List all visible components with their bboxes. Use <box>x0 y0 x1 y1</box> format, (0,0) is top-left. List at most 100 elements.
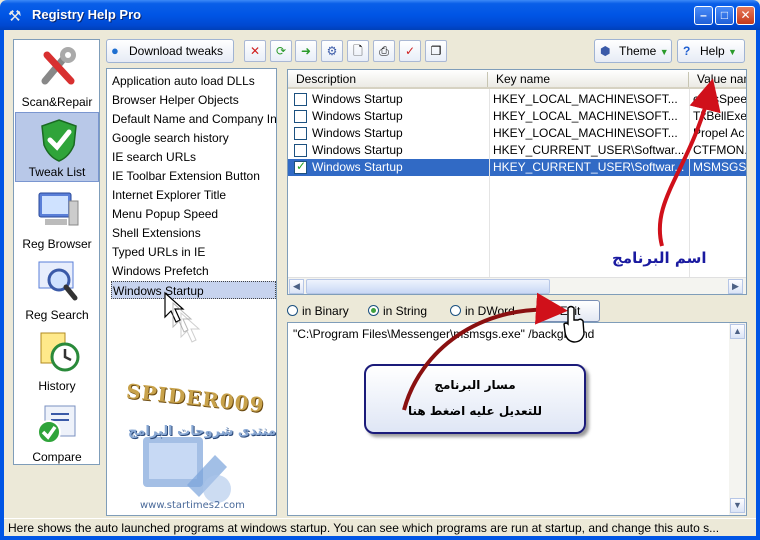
list-item[interactable]: Typed URLs in IE <box>111 243 276 261</box>
radio-dot[interactable] <box>450 305 461 316</box>
list-item[interactable]: Shell Extensions <box>111 224 276 242</box>
list-item[interactable]: Default Name and Company In <box>111 110 276 128</box>
radio-dot[interactable] <box>287 305 298 316</box>
table-row[interactable]: Windows Startup HKEY_LOCAL_MACHINE\SOFT.… <box>288 108 747 125</box>
nav-reg-browser[interactable]: Reg Browser <box>15 183 99 253</box>
cell-description: Windows Startup <box>312 143 403 157</box>
export-icon[interactable]: ➜ <box>295 40 317 62</box>
nav-label: Compare <box>32 450 82 464</box>
logo-forum: منتدى شروحات البرامج <box>128 424 277 439</box>
help-label: Help <box>700 44 725 58</box>
minimize-button[interactable]: – <box>694 6 713 25</box>
list-item[interactable]: Google search history <box>111 129 276 147</box>
download-tweaks-label: Download tweaks <box>129 44 224 58</box>
cell-description: Windows Startup <box>312 92 403 106</box>
list-item[interactable]: Menu Popup Speed <box>111 205 276 223</box>
document-icon[interactable]: 🗋 <box>347 40 369 62</box>
cell-key: HKEY_CURRENT_USER\Softwar... <box>493 143 685 157</box>
copy-icon[interactable]: ❐ <box>425 40 447 62</box>
status-bar: Here shows the auto launched programs at… <box>4 518 756 536</box>
theme-icon: ⬢ <box>600 44 611 58</box>
window-title: Registry Help Pro <box>32 7 142 22</box>
column-header[interactable]: Description <box>296 72 356 86</box>
dropdown-arrow-icon: ▼ <box>659 47 669 57</box>
nav-label: History <box>38 379 76 393</box>
cell-key: HKEY_LOCAL_MACHINE\SOFT... <box>493 126 678 140</box>
nav-reg-search[interactable]: Reg Search <box>15 254 99 324</box>
row-checkbox[interactable] <box>294 127 307 140</box>
close-button[interactable]: ✕ <box>736 6 755 25</box>
theme-label: Theme <box>619 44 657 58</box>
help-button[interactable]: ? Help ▼ <box>677 39 745 63</box>
check-circle-icon <box>37 405 76 444</box>
settings-icon[interactable]: ⚙ <box>321 40 343 62</box>
cell-description: Windows Startup <box>312 126 403 140</box>
left-nav: Scan&Repair Tweak List Reg Browser Reg S… <box>13 39 100 465</box>
magnifier-icon <box>38 261 78 301</box>
scroll-down-icon[interactable]: ▼ <box>730 498 745 513</box>
nav-label: Scan&Repair <box>21 95 93 109</box>
wrench-app-icon: ⚒ <box>8 8 22 25</box>
cell-value: TkBellExe <box>693 109 747 123</box>
radio-dot-selected[interactable] <box>368 305 379 316</box>
scroll-left-icon[interactable]: ◀ <box>289 279 304 294</box>
table-row[interactable]: Windows Startup HKEY_CURRENT_USER\Softwa… <box>288 142 747 159</box>
nav-scan-repair[interactable]: Scan&Repair <box>15 41 99 111</box>
table-row[interactable]: Windows Startup HKEY_LOCAL_MACHINE\SOFT.… <box>288 125 746 142</box>
nav-history[interactable]: History <box>15 325 99 395</box>
scroll-thumb[interactable] <box>306 279 550 294</box>
theme-button[interactable]: ⬢ Theme ▼ <box>594 39 672 63</box>
list-item[interactable]: IE Toolbar Extension Button <box>111 167 276 185</box>
table-header: Description Key name Value nam <box>288 70 746 89</box>
row-checkbox[interactable] <box>294 93 307 106</box>
column-header[interactable]: Value nam <box>697 72 746 86</box>
horizontal-scrollbar[interactable]: ◀ ▶ <box>288 277 746 294</box>
download-tweaks-button[interactable]: ● Download tweaks <box>106 39 234 63</box>
list-item[interactable]: IE search URLs <box>111 148 276 166</box>
help-icon: ? <box>683 44 691 58</box>
row-checkbox[interactable] <box>294 144 307 157</box>
column-divider[interactable] <box>688 72 689 87</box>
column-header[interactable]: Key name <box>496 72 550 86</box>
scroll-up-icon[interactable]: ▲ <box>730 324 745 339</box>
table-row-selected[interactable]: Windows Startup HKEY_CURRENT_USER\Softwa… <box>288 159 746 176</box>
annotation-callout: مسار البرنامج للتعديل عليه اضغط هنا <box>364 364 586 434</box>
dropdown-arrow-icon: ▼ <box>728 47 737 57</box>
maximize-button[interactable]: □ <box>715 6 734 25</box>
logo-site: www.startimes2.com <box>140 500 245 511</box>
shield-check-icon <box>41 119 77 162</box>
nav-label: Reg Browser <box>22 237 92 251</box>
nav-tweak-list[interactable]: Tweak List <box>15 112 99 182</box>
cell-key: HKEY_LOCAL_MACHINE\SOFT... <box>493 92 678 106</box>
radio-dword[interactable]: in DWord <box>450 304 515 318</box>
radio-binary[interactable]: in Binary <box>287 304 349 318</box>
tweak-list[interactable]: Application auto load DLLs Browser Helpe… <box>106 68 277 516</box>
callout-line-1: مسار البرنامج <box>434 378 516 392</box>
radio-label: in Binary <box>302 304 349 318</box>
vertical-scrollbar[interactable]: ▲ ▼ <box>729 323 746 515</box>
cell-key: HKEY_CURRENT_USER\Softwar... <box>493 160 685 174</box>
list-item[interactable]: Windows Prefetch <box>111 262 276 280</box>
row-checkbox[interactable] <box>294 110 307 123</box>
list-item[interactable]: Application auto load DLLs <box>111 72 276 90</box>
print-icon[interactable]: ⎙ <box>373 40 395 62</box>
row-checkbox-checked[interactable] <box>294 159 307 174</box>
check-doc-icon[interactable]: ✓ <box>399 40 421 62</box>
cell-description: Windows Startup <box>312 160 403 174</box>
nav-compare[interactable]: Compare <box>15 396 99 466</box>
title-bar[interactable]: ⚒ Registry Help Pro – □ ✕ <box>0 0 760 30</box>
cell-value: cFosSpee <box>693 92 747 106</box>
value-text: "C:\Program Files\Messenger\msmsgs.exe" … <box>293 327 595 341</box>
mouse-cursor-icon <box>164 291 201 343</box>
wrench-icon <box>41 47 76 85</box>
radio-string[interactable]: in String <box>368 304 427 318</box>
column-divider[interactable] <box>487 72 488 87</box>
list-item[interactable]: Browser Helper Objects <box>111 91 276 109</box>
list-item[interactable]: Internet Explorer Title <box>111 186 276 204</box>
nav-label: Tweak List <box>28 165 86 179</box>
scroll-right-icon[interactable]: ▶ <box>728 279 743 294</box>
refresh-icon[interactable]: ⟳ <box>270 40 292 62</box>
table-row[interactable]: Windows Startup HKEY_LOCAL_MACHINE\SOFT.… <box>288 91 747 108</box>
cell-value: CTFMON. <box>693 143 747 157</box>
delete-icon[interactable]: ✕ <box>244 40 266 62</box>
